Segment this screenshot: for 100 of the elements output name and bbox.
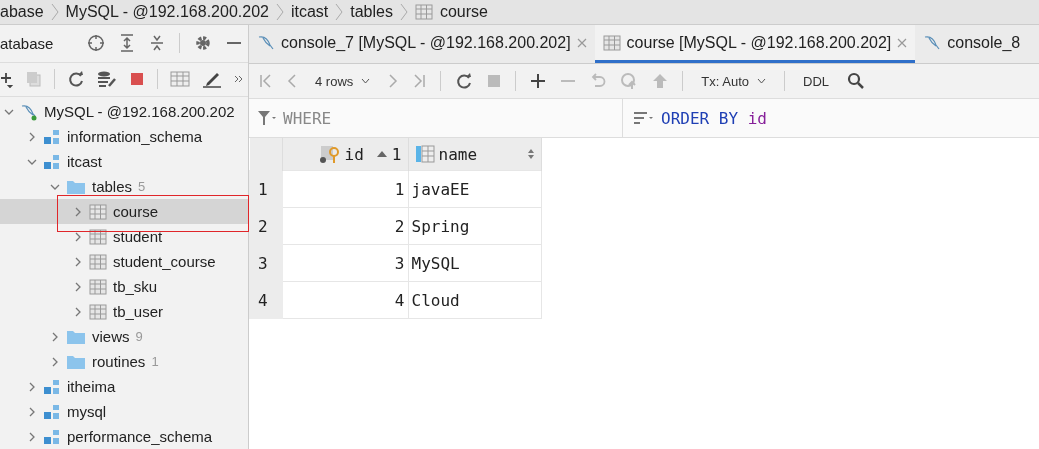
ddl-button[interactable]: DDL — [799, 71, 833, 91]
order-by-field[interactable]: ORDER BY id — [623, 99, 1039, 137]
folder-icon — [66, 178, 86, 195]
tree-item[interactable]: performance_schema — [0, 424, 248, 449]
column-header[interactable]: id 1 — [282, 138, 408, 171]
tree-item[interactable]: tables 5 — [0, 174, 248, 199]
table-cell: javaEE — [408, 170, 541, 208]
breadcrumb-separator-icon — [50, 2, 59, 22]
next-page-icon[interactable] — [388, 73, 399, 89]
settings-icon[interactable] — [194, 34, 212, 53]
tree-label: course — [113, 203, 159, 220]
collapse-all-icon[interactable] — [149, 34, 165, 53]
breadcrumb-separator-icon — [335, 2, 344, 22]
tree-item[interactable]: MySQL - @192.168.200.202 — [0, 99, 248, 124]
table-cell: Spring — [408, 207, 541, 245]
row-number: 1 — [249, 170, 282, 208]
close-icon[interactable] — [576, 37, 587, 48]
row-count-dropdown[interactable]: 4 rows — [311, 71, 375, 91]
tree-item[interactable]: course — [0, 199, 248, 224]
panel-title: atabase — [0, 34, 55, 52]
chevron-right-icon[interactable] — [73, 231, 83, 242]
table-icon — [414, 4, 433, 20]
tree-label: tables — [92, 178, 133, 195]
add-icon[interactable] — [0, 70, 14, 89]
sort-icon[interactable] — [526, 148, 535, 160]
schema-icon — [43, 427, 61, 446]
add-row-icon[interactable] — [530, 73, 547, 89]
item-count: 9 — [135, 329, 143, 344]
tree-item[interactable]: tb_user — [0, 299, 248, 324]
tree-item[interactable]: information_schema — [0, 124, 248, 149]
row-number: 4 — [249, 281, 282, 319]
sort-ascending-icon[interactable] — [375, 150, 388, 158]
breadcrumb[interactable]: tables — [350, 3, 393, 21]
schema-icon — [43, 152, 61, 171]
first-page-icon[interactable] — [259, 73, 273, 89]
tree-label: student — [113, 228, 163, 245]
search-icon[interactable] — [847, 72, 865, 90]
chevron-right-icon[interactable] — [27, 406, 37, 417]
edit-icon[interactable] — [202, 70, 222, 89]
close-icon[interactable] — [897, 37, 908, 48]
editor-tab[interactable]: console_8 — [915, 25, 1029, 63]
chevron-right-icon[interactable] — [27, 381, 37, 392]
folder-icon — [66, 353, 86, 370]
tree-item[interactable]: mysql — [0, 399, 248, 424]
breadcrumb[interactable]: abase — [0, 3, 44, 21]
refresh-icon[interactable] — [67, 70, 85, 89]
schema-icon — [43, 127, 61, 146]
schema-icon — [43, 377, 61, 396]
tree-label: student_course — [113, 253, 216, 270]
more-icon[interactable] — [234, 74, 244, 85]
tree-label: mysql — [67, 403, 107, 420]
column-header[interactable]: name — [408, 138, 541, 171]
item-count: 5 — [138, 179, 146, 194]
tree-label: performance_schema — [67, 428, 213, 445]
tree-item[interactable]: itheima — [0, 374, 248, 399]
chevron-right-icon[interactable] — [50, 331, 60, 342]
tree-label: itcast — [67, 153, 102, 170]
editor-tab[interactable]: course [MySQL - @192.168.200.202] — [594, 25, 916, 63]
tree-label: tb_sku — [113, 278, 158, 295]
chevron-right-icon[interactable] — [27, 131, 37, 142]
tree-label: tb_user — [113, 303, 164, 320]
expand-all-icon[interactable] — [119, 34, 135, 53]
tree-item[interactable]: tb_sku — [0, 274, 248, 299]
item-count: 1 — [151, 354, 159, 369]
table-icon — [602, 34, 621, 51]
breadcrumb-separator-icon — [399, 2, 408, 22]
chevron-right-icon[interactable] — [73, 206, 83, 217]
chevron-right-icon[interactable] — [27, 431, 37, 442]
tree-label: MySQL - @192.168.200.202 — [44, 103, 235, 120]
chevron-right-icon[interactable] — [73, 281, 83, 292]
stop-icon[interactable] — [129, 71, 145, 88]
table-icon — [89, 278, 107, 295]
table-cell: 4 — [282, 281, 408, 319]
last-page-icon[interactable] — [412, 73, 427, 89]
target-icon[interactable] — [87, 34, 105, 53]
caret-icon — [757, 78, 766, 84]
chevron-right-icon[interactable] — [73, 256, 83, 267]
breadcrumb[interactable]: itcast — [290, 3, 329, 21]
tree-item[interactable]: student_course — [0, 249, 248, 274]
folder-icon — [66, 328, 86, 345]
database-wrench-icon[interactable] — [97, 70, 117, 89]
chevron-right-icon[interactable] — [73, 306, 83, 317]
tree-item[interactable]: routines 1 — [0, 349, 248, 374]
breadcrumb[interactable]: course — [439, 3, 488, 21]
chevron-right-icon[interactable] — [50, 356, 60, 367]
tree-item[interactable]: student — [0, 224, 248, 249]
previous-page-icon[interactable] — [287, 73, 297, 89]
table-cell: MySQL — [408, 244, 541, 282]
tree-label: views — [92, 328, 130, 345]
refresh-icon[interactable] — [455, 72, 474, 90]
breadcrumb[interactable]: MySQL - @192.168.200.202 — [65, 3, 269, 21]
tree-label: routines — [92, 353, 146, 370]
row-number: 2 — [249, 207, 282, 245]
transaction-mode-dropdown[interactable]: Tx: Auto — [697, 71, 770, 91]
editor-tab[interactable]: console_7 [MySQL - @192.168.200.202] — [249, 25, 595, 63]
tree-item[interactable]: views 9 — [0, 324, 248, 349]
tree-item[interactable]: itcast — [0, 149, 248, 174]
row-number: 3 — [249, 244, 282, 282]
schema-icon — [43, 402, 61, 421]
key-column-icon — [318, 144, 341, 164]
